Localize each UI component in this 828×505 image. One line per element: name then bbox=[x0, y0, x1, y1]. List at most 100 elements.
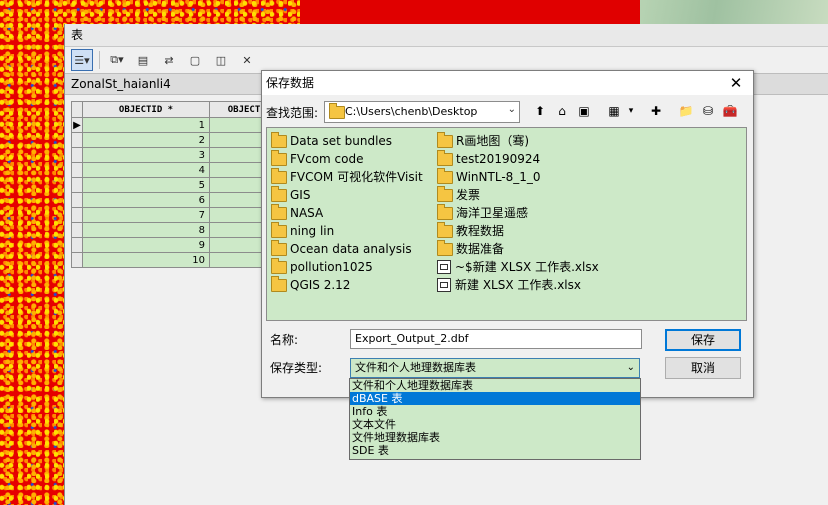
table-row[interactable]: 6 bbox=[71, 192, 279, 208]
cell-objectid[interactable]: 2 bbox=[82, 132, 210, 148]
row-selector[interactable] bbox=[71, 252, 83, 268]
folder-open-icon[interactable]: 📁 bbox=[676, 101, 696, 121]
view-dropdown-icon[interactable]: ▾ bbox=[626, 101, 636, 121]
chevron-down-icon[interactable]: ⌄ bbox=[627, 359, 635, 377]
cell-objectid[interactable]: 7 bbox=[82, 207, 210, 223]
folder-icon bbox=[437, 185, 453, 202]
list-item[interactable]: Data set bundles bbox=[271, 131, 423, 150]
folder-icon bbox=[271, 149, 287, 166]
cell-objectid[interactable]: 5 bbox=[82, 177, 210, 193]
chevron-down-icon[interactable]: ⌄ bbox=[508, 104, 516, 115]
clear-selection-icon[interactable]: ▢ bbox=[184, 49, 206, 71]
look-in-combo[interactable]: C:\Users\chenb\Desktop ⌄ bbox=[324, 101, 520, 123]
switch-selection-icon[interactable]: ⇄ bbox=[158, 49, 180, 71]
cell-objectid[interactable]: 1 bbox=[82, 117, 210, 133]
save-button[interactable]: 保存 bbox=[665, 329, 741, 351]
file-list: Data set bundles FVcom code FVCOM 可视化软件Vis… bbox=[266, 127, 747, 321]
list-item-label: FVCOM 可视化软件Visit bbox=[290, 170, 423, 184]
list-item-label: Ocean data analysis bbox=[290, 242, 412, 256]
row-selector-header[interactable] bbox=[71, 101, 83, 118]
table-row[interactable]: 2 bbox=[71, 132, 279, 148]
column-header-objectid[interactable]: OBJECTID * bbox=[82, 101, 210, 118]
row-selector[interactable] bbox=[71, 132, 83, 148]
list-item-label: FVcom code bbox=[290, 152, 364, 166]
new-item-icon[interactable]: ✚ bbox=[646, 101, 666, 121]
view-list-icon[interactable]: ▦ bbox=[604, 101, 624, 121]
list-item[interactable]: test20190924 bbox=[437, 149, 599, 168]
list-item-label: 数据准备 bbox=[456, 242, 505, 256]
list-item[interactable]: GIS bbox=[271, 185, 423, 204]
toolbar-separator bbox=[99, 51, 100, 69]
list-item[interactable]: NASA bbox=[271, 203, 423, 222]
table-row[interactable]: 10 bbox=[71, 252, 279, 268]
list-item-label: WinNTL-8_1_0 bbox=[456, 170, 541, 184]
file-list-column-right: R画地图（骞) test20190924 WinNTL-8_1_0 发票 海洋卫星遥感教… bbox=[437, 131, 599, 294]
name-input[interactable]: Export_Output_2.dbf bbox=[350, 329, 642, 349]
save-type-option[interactable]: dBASE 表 bbox=[350, 392, 640, 405]
close-icon[interactable]: ✕ bbox=[725, 71, 747, 95]
save-type-option[interactable]: 文件地理数据库表 bbox=[350, 431, 640, 444]
table-options-button[interactable]: ☰▾ bbox=[71, 49, 93, 71]
delete-icon[interactable]: ✕ bbox=[236, 49, 258, 71]
list-item[interactable]: Ocean data analysis bbox=[271, 239, 423, 258]
row-selector[interactable] bbox=[71, 237, 83, 253]
table-row[interactable]: 3 bbox=[71, 147, 279, 163]
cell-objectid[interactable]: 10 bbox=[82, 252, 210, 268]
zoom-to-selected-icon[interactable]: ◫ bbox=[210, 49, 232, 71]
cell-objectid[interactable]: 6 bbox=[82, 192, 210, 208]
cell-objectid[interactable]: 4 bbox=[82, 162, 210, 178]
list-item-label: GIS bbox=[290, 188, 311, 202]
list-item[interactable]: FVCOM 可视化软件Visit bbox=[271, 167, 423, 186]
up-one-level-icon[interactable]: ⬆ bbox=[530, 101, 550, 121]
list-item[interactable]: 教程数据 bbox=[437, 221, 599, 240]
table-row[interactable]: 5 bbox=[71, 177, 279, 193]
table-row[interactable]: 4 bbox=[71, 162, 279, 178]
folder-icon bbox=[271, 203, 287, 220]
list-item[interactable]: R画地图（骞) bbox=[437, 131, 599, 150]
list-item[interactable]: 新建 XLSX 工作表.xlsx bbox=[437, 276, 599, 294]
row-selector[interactable] bbox=[71, 177, 83, 193]
list-item[interactable]: WinNTL-8_1_0 bbox=[437, 167, 599, 186]
connect-folder-icon[interactable]: ▣ bbox=[574, 101, 594, 121]
list-item-label: test20190924 bbox=[456, 152, 541, 166]
folder-icon bbox=[329, 103, 345, 119]
row-selector[interactable]: ▶ bbox=[71, 117, 83, 133]
row-selector[interactable] bbox=[71, 162, 83, 178]
cancel-button[interactable]: 取消 bbox=[665, 357, 741, 379]
cell-objectid[interactable]: 9 bbox=[82, 237, 210, 253]
list-item[interactable]: pollution1025 bbox=[271, 257, 423, 276]
folder-icon bbox=[437, 131, 453, 148]
database-icon[interactable]: ⛁ bbox=[698, 101, 718, 121]
save-type-option[interactable]: SDE 表 bbox=[350, 444, 640, 457]
row-selector[interactable] bbox=[71, 207, 83, 223]
list-item[interactable]: ~$新建 XLSX 工作表.xlsx bbox=[437, 258, 599, 276]
save-type-option[interactable]: 文件和个人地理数据库表 bbox=[350, 379, 640, 392]
table-row[interactable]: 8 bbox=[71, 222, 279, 238]
cell-objectid[interactable]: 8 bbox=[82, 222, 210, 238]
map-area bbox=[300, 0, 640, 24]
row-selector[interactable] bbox=[71, 147, 83, 163]
table-row[interactable]: 7 bbox=[71, 207, 279, 223]
list-item[interactable]: 发票 bbox=[437, 185, 599, 204]
list-item[interactable]: ning lin bbox=[271, 221, 423, 240]
cell-objectid[interactable]: 3 bbox=[82, 147, 210, 163]
save-type-option[interactable]: 文本文件 bbox=[350, 418, 640, 431]
folder-icon bbox=[437, 221, 453, 238]
table-row[interactable]: ▶ 1 bbox=[71, 117, 279, 133]
dialog-title: 保存数据 bbox=[266, 76, 315, 90]
list-item[interactable]: QGIS 2.12 bbox=[271, 275, 423, 294]
save-type-option[interactable]: Info 表 bbox=[350, 405, 640, 418]
row-selector[interactable] bbox=[71, 222, 83, 238]
table-icon bbox=[437, 260, 451, 274]
list-item[interactable]: 海洋卫星遥感 bbox=[437, 203, 599, 222]
home-icon[interactable]: ⌂ bbox=[552, 101, 572, 121]
list-item[interactable]: FVcom code bbox=[271, 149, 423, 168]
list-item[interactable]: 数据准备 bbox=[437, 239, 599, 258]
select-by-attributes-icon[interactable]: ▤ bbox=[132, 49, 154, 71]
toolbox-icon[interactable]: 🧰 bbox=[720, 101, 740, 121]
table-row[interactable]: 9 bbox=[71, 237, 279, 253]
related-tables-icon[interactable]: ⧉▾ bbox=[106, 49, 128, 71]
row-selector[interactable] bbox=[71, 192, 83, 208]
look-in-label: 查找范围: bbox=[266, 106, 319, 120]
save-type-select[interactable]: 文件和个人地理数据库表 ⌄ bbox=[350, 358, 640, 378]
